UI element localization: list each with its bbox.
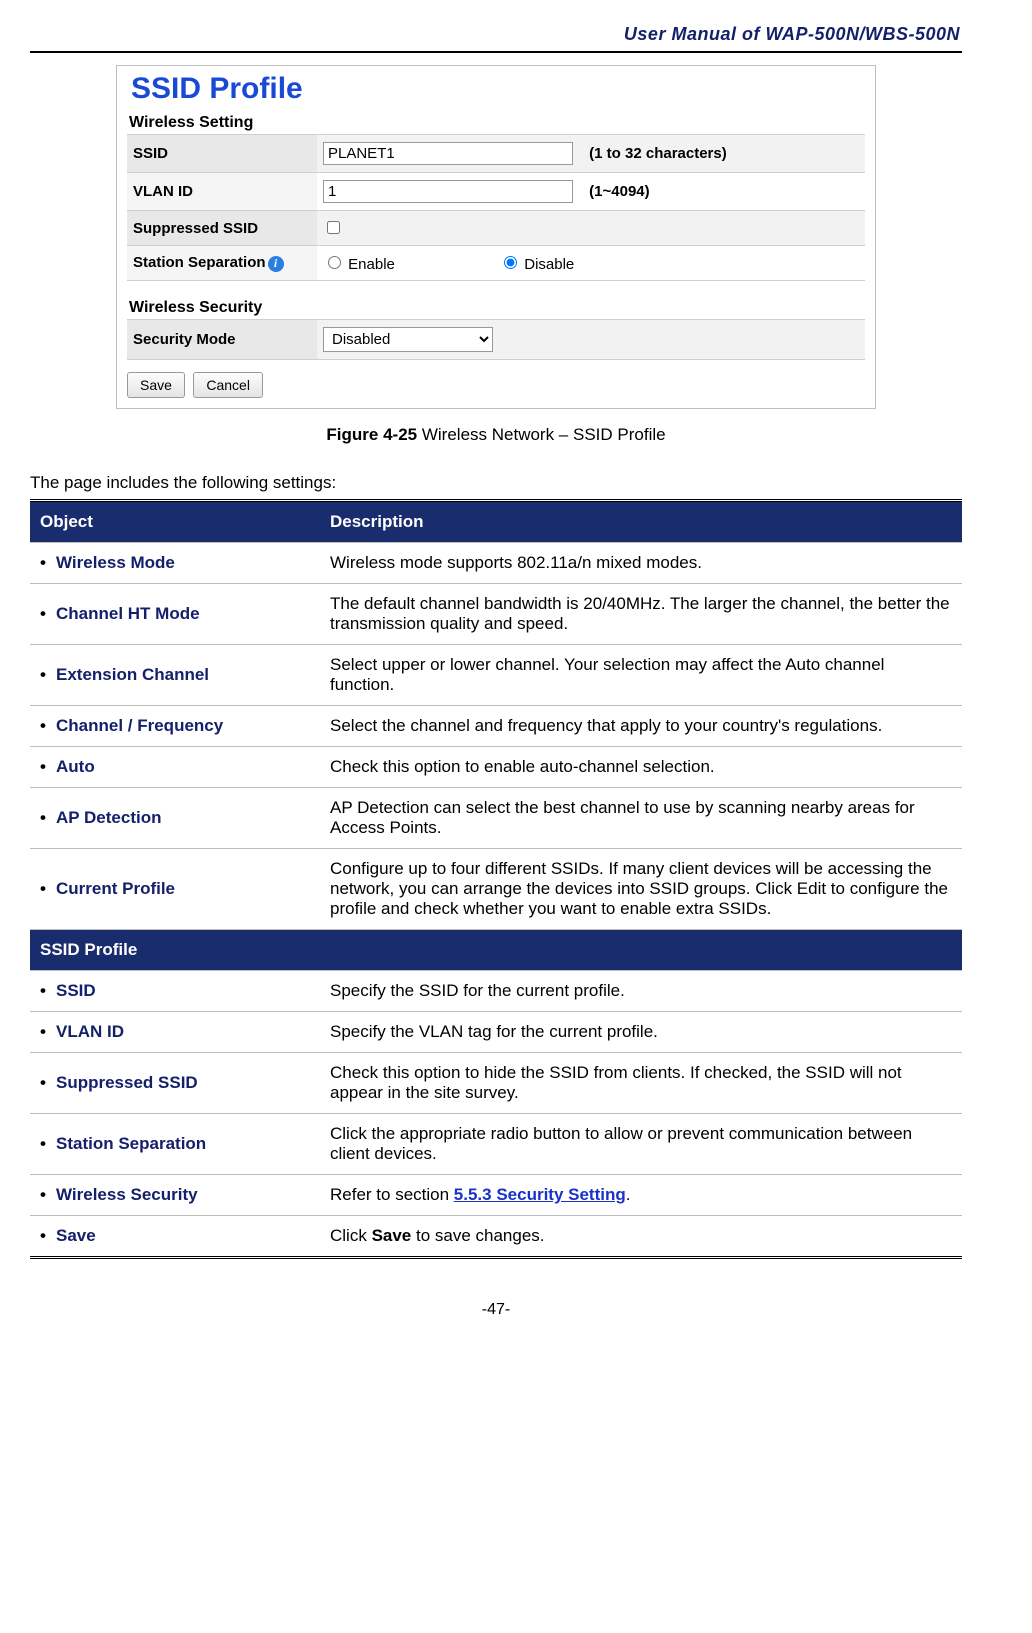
figure-caption-text: Wireless Network – SSID Profile	[417, 425, 665, 444]
object-cell: • Wireless Mode	[30, 543, 320, 584]
table-row: • VLAN IDSpecify the VLAN tag for the cu…	[30, 1012, 962, 1053]
description-cell: Check this option to enable auto-channel…	[320, 747, 962, 788]
table-row: • Suppressed SSIDCheck this option to hi…	[30, 1053, 962, 1114]
table-row: • Channel / FrequencySelect the channel …	[30, 706, 962, 747]
ssid-input[interactable]	[323, 142, 573, 165]
object-cell: • Extension Channel	[30, 645, 320, 706]
disable-label: Disable	[524, 256, 574, 273]
wireless-security-heading: Wireless Security	[129, 299, 865, 317]
vlan-hint: (1~4094)	[589, 183, 649, 200]
panel-title: SSID Profile	[131, 72, 861, 106]
object-cell: • AP Detection	[30, 788, 320, 849]
security-mode-select[interactable]: Disabled	[323, 327, 493, 352]
settings-description-table: Object Description • Wireless ModeWirele…	[30, 499, 962, 1259]
header-rule	[30, 51, 962, 53]
wireless-setting-heading: Wireless Setting	[129, 114, 865, 132]
table-row: • AutoCheck this option to enable auto-c…	[30, 747, 962, 788]
page-number: -47-	[30, 1301, 962, 1319]
figure-wrap: SSID Profile Wireless Setting SSID (1 to…	[30, 65, 962, 409]
object-cell: • SSID	[30, 971, 320, 1012]
object-cell: • Station Separation	[30, 1114, 320, 1175]
security-mode-row-label: Security Mode	[127, 320, 317, 360]
security-setting-link[interactable]: 5.5.3 Security Setting	[454, 1185, 626, 1204]
object-cell: • Suppressed SSID	[30, 1053, 320, 1114]
description-header: Description	[320, 501, 962, 543]
table-row: • SaveClick Save to save changes.	[30, 1216, 962, 1258]
figure-number: Figure 4-25	[326, 425, 417, 444]
ssid-row-label: SSID	[127, 135, 317, 173]
table-row: • Station SeparationClick the appropriat…	[30, 1114, 962, 1175]
table-row: • Extension ChannelSelect upper or lower…	[30, 645, 962, 706]
suppressed-row-label: Suppressed SSID	[127, 211, 317, 246]
description-cell: Specify the SSID for the current profile…	[320, 971, 962, 1012]
description-cell: AP Detection can select the best channel…	[320, 788, 962, 849]
description-cell: Configure up to four different SSIDs. If…	[320, 849, 962, 930]
figure-caption: Figure 4-25 Wireless Network – SSID Prof…	[30, 425, 962, 445]
station-sep-enable-radio[interactable]	[328, 256, 341, 269]
table-row: • Wireless ModeWireless mode supports 80…	[30, 543, 962, 584]
table-row: • Channel HT ModeThe default channel ban…	[30, 584, 962, 645]
cancel-button[interactable]: Cancel	[193, 372, 263, 398]
enable-label: Enable	[348, 256, 395, 273]
object-cell: • Wireless Security	[30, 1175, 320, 1216]
description-cell: Click the appropriate radio button to al…	[320, 1114, 962, 1175]
object-header: Object	[30, 501, 320, 543]
description-cell: Wireless mode supports 802.11a/n mixed m…	[320, 543, 962, 584]
station-sep-text: Station Separation	[133, 254, 266, 271]
suppressed-checkbox[interactable]	[327, 221, 340, 234]
vlan-row-label: VLAN ID	[127, 173, 317, 211]
vlan-input[interactable]	[323, 180, 573, 203]
save-button[interactable]: Save	[127, 372, 185, 398]
object-cell: • Auto	[30, 747, 320, 788]
table-row: • SSIDSpecify the SSID for the current p…	[30, 971, 962, 1012]
document-title: User Manual of WAP-500N/WBS-500N	[30, 24, 962, 45]
wireless-setting-table: SSID (1 to 32 characters) VLAN ID (1~409…	[127, 134, 865, 281]
wireless-security-table: Security Mode Disabled	[127, 319, 865, 360]
table-row: • AP DetectionAP Detection can select th…	[30, 788, 962, 849]
description-cell: Click Save to save changes.	[320, 1216, 962, 1258]
station-sep-disable-radio[interactable]	[504, 256, 517, 269]
object-cell: • Current Profile	[30, 849, 320, 930]
object-cell: • Channel HT Mode	[30, 584, 320, 645]
table-row: • Wireless SecurityRefer to section 5.5.…	[30, 1175, 962, 1216]
ssid-profile-panel: SSID Profile Wireless Setting SSID (1 to…	[116, 65, 876, 409]
object-cell: • Save	[30, 1216, 320, 1258]
station-sep-row-label: Station Separationi	[127, 246, 317, 281]
description-cell: Specify the VLAN tag for the current pro…	[320, 1012, 962, 1053]
description-cell: Select the channel and frequency that ap…	[320, 706, 962, 747]
station-sep-enable-option[interactable]: Enable	[323, 256, 399, 273]
station-sep-disable-option[interactable]: Disable	[499, 256, 574, 273]
description-cell: Check this option to hide the SSID from …	[320, 1053, 962, 1114]
ssid-hint: (1 to 32 characters)	[589, 145, 727, 162]
description-cell: Refer to section 5.5.3 Security Setting.	[320, 1175, 962, 1216]
intro-text: The page includes the following settings…	[30, 473, 962, 493]
info-icon[interactable]: i	[268, 256, 284, 272]
description-cell: The default channel bandwidth is 20/40MH…	[320, 584, 962, 645]
table-row: • Current ProfileConfigure up to four di…	[30, 849, 962, 930]
object-cell: • Channel / Frequency	[30, 706, 320, 747]
description-cell: Select upper or lower channel. Your sele…	[320, 645, 962, 706]
ssid-profile-section: SSID Profile	[30, 930, 962, 971]
object-cell: • VLAN ID	[30, 1012, 320, 1053]
